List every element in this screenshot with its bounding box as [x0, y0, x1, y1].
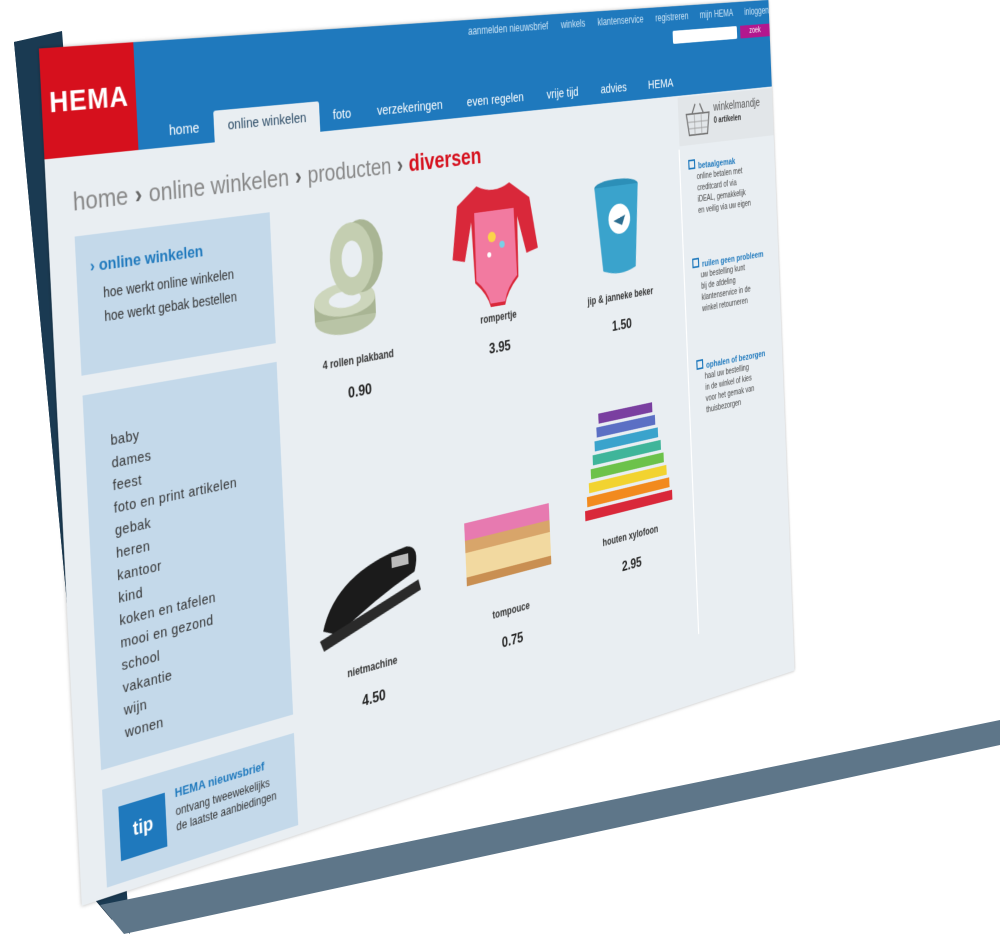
product-card[interactable]: nietmachine 4.50	[304, 506, 434, 726]
product-card[interactable]: 4 rollen plakband 0.90	[289, 203, 420, 412]
tab-home[interactable]: home	[154, 118, 215, 148]
sidebar-item-kantoor[interactable]: kantoor	[117, 558, 162, 585]
sidebar-item-wonen[interactable]: wonen	[125, 714, 164, 741]
sidebar-heading[interactable]: › online winkelen	[89, 242, 203, 277]
product-card[interactable]: houten xylofoon 2.95	[573, 391, 681, 587]
baby-bodysuit-icon	[435, 169, 552, 315]
top-link[interactable]: winkels	[561, 17, 586, 31]
product-price: 1.50	[611, 315, 633, 335]
sidebar-item-kind[interactable]: kind	[118, 584, 143, 606]
tab-online-winkelen[interactable]: online winkelen	[212, 101, 321, 143]
sidebar-heading-label: online winkelen	[98, 241, 204, 275]
product-price: 0.90	[347, 379, 373, 402]
xylophone-icon	[573, 391, 680, 538]
top-link[interactable]: aanmelden nieuwsbrief	[468, 20, 549, 38]
online-winkelen-panel: › online winkelen hoe werkt online winke…	[74, 212, 276, 376]
site-header: HEMA aanmelden nieuwsbrief winkels klant…	[38, 0, 772, 160]
checkbox-icon	[692, 257, 700, 269]
product-price: 3.95	[488, 336, 512, 358]
info-column: betaalgemak online betalen met creditcar…	[678, 138, 793, 635]
breadcrumb-item[interactable]: producten	[307, 152, 392, 189]
pastry-icon	[449, 458, 565, 615]
breadcrumb-item[interactable]: home	[72, 181, 129, 217]
web-page: HEMA aanmelden nieuwsbrief winkels klant…	[38, 0, 795, 906]
stapler-icon	[304, 506, 432, 672]
product-card[interactable]: jip & janneke beker 1.50	[563, 155, 672, 343]
breadcrumb-separator: ›	[396, 150, 404, 179]
sidebar-item-dames[interactable]: dames	[111, 447, 151, 471]
tab-hema[interactable]: HEMA	[637, 75, 684, 100]
search-input[interactable]	[672, 26, 738, 44]
breadcrumb-separator: ›	[134, 179, 143, 210]
basket-title: winkelmandje	[712, 95, 761, 114]
top-link[interactable]: inloggen	[744, 5, 769, 18]
tab-verzekeringen[interactable]: verzekeringen	[364, 96, 456, 127]
tab-vrije-tijd[interactable]: vrije tijd	[535, 84, 590, 110]
tab-even-regelen[interactable]: even regelen	[454, 89, 535, 119]
product-card[interactable]: rompertje 3.95	[435, 169, 554, 367]
tab-advies[interactable]: advies	[589, 79, 638, 104]
sidebar-item-baby[interactable]: baby	[110, 427, 140, 449]
cup-icon	[563, 155, 670, 294]
checkbox-icon	[688, 159, 696, 170]
screenshot-stage: HEMA aanmelden nieuwsbrief winkels klant…	[0, 0, 1000, 934]
top-link[interactable]: mijn HEMA	[700, 7, 734, 21]
breadcrumb: home › online winkelen › producten › diversen	[72, 142, 482, 218]
checkbox-icon	[696, 358, 704, 371]
tape-rolls-icon	[289, 203, 418, 358]
sidebar-item-school[interactable]: school	[121, 648, 160, 674]
breadcrumb-item[interactable]: online winkelen	[148, 163, 290, 208]
product-card[interactable]: tompouce 0.75	[449, 458, 567, 665]
basket-icon	[683, 99, 712, 139]
sidebar-item-heren[interactable]: heren	[116, 538, 151, 562]
info-block: ophalen of bezorgen haal uw bestelling i…	[696, 344, 781, 418]
hema-logo[interactable]: HEMA	[38, 42, 139, 160]
breadcrumb-separator: ›	[294, 161, 303, 191]
shopping-basket[interactable]: winkelmandje 0 artikelen	[677, 88, 774, 147]
top-link[interactable]: klantenservice	[597, 13, 643, 28]
tab-foto[interactable]: foto	[319, 105, 365, 132]
main-nav: home online winkelen foto verzekeringen …	[154, 71, 685, 148]
tip-badge: tip	[118, 792, 168, 862]
sidebar-item-gebak[interactable]: gebak	[115, 515, 152, 539]
category-panel: baby dames feest foto en print artikelen…	[82, 361, 294, 771]
info-block: ruilen geen probleem uw bestelling kunt …	[692, 245, 777, 317]
search-button[interactable]: zoek	[740, 23, 770, 39]
info-block: betaalgemak online betalen met creditcar…	[688, 150, 773, 219]
top-link[interactable]: registreren	[655, 10, 689, 24]
breadcrumb-current: diversen	[408, 141, 482, 177]
sidebar-item-feest[interactable]: feest	[112, 472, 142, 495]
basket-count: 0 artikelen	[713, 113, 742, 126]
sidebar-item-wijn[interactable]: wijn	[123, 696, 147, 719]
